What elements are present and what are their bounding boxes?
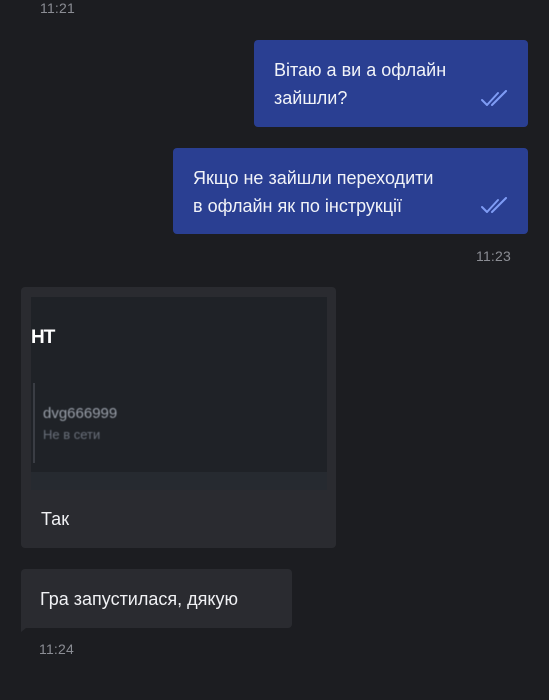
message-line: Якщо не зайшли переходити (193, 168, 434, 188)
message-caption: Так (41, 509, 70, 529)
message-text: Якщо не зайшли переходити в офлайн як по… (193, 164, 433, 220)
preview-username: dvg666999 (43, 405, 118, 422)
preview-status: Не в сети (43, 427, 101, 442)
message-timestamp: 11:21 (40, 0, 75, 16)
double-check-icon (481, 197, 507, 213)
message-timestamp: 11:24 (39, 641, 74, 657)
incoming-message[interactable]: Гра запустилася, дякую (21, 569, 292, 628)
double-check-icon (481, 90, 507, 106)
message-line: в офлайн як по інструкції (193, 196, 403, 216)
attached-image[interactable]: НТ dvg666999 Не в сети (31, 297, 327, 490)
preview-footer (31, 472, 327, 490)
message-text: Вітаю а ви а офлайн зайшли? (274, 56, 446, 112)
message-timestamp: 11:23 (476, 248, 511, 264)
outgoing-message[interactable]: Якщо не зайшли переходити в офлайн як по… (173, 148, 528, 234)
preview-title: НТ (31, 327, 55, 348)
incoming-message[interactable]: НТ dvg666999 Не в сети Так (21, 287, 336, 548)
message-line: зайшли? (274, 88, 348, 108)
divider (33, 383, 35, 463)
message-text: Гра запустилася, дякую (40, 589, 238, 609)
bubble-tail (21, 624, 31, 632)
message-line: Вітаю а ви а офлайн (274, 60, 447, 80)
outgoing-message[interactable]: Вітаю а ви а офлайн зайшли? (254, 40, 528, 127)
chat-view: 11:21 Вітаю а ви а офлайн зайшли? Якщо н… (0, 0, 549, 700)
